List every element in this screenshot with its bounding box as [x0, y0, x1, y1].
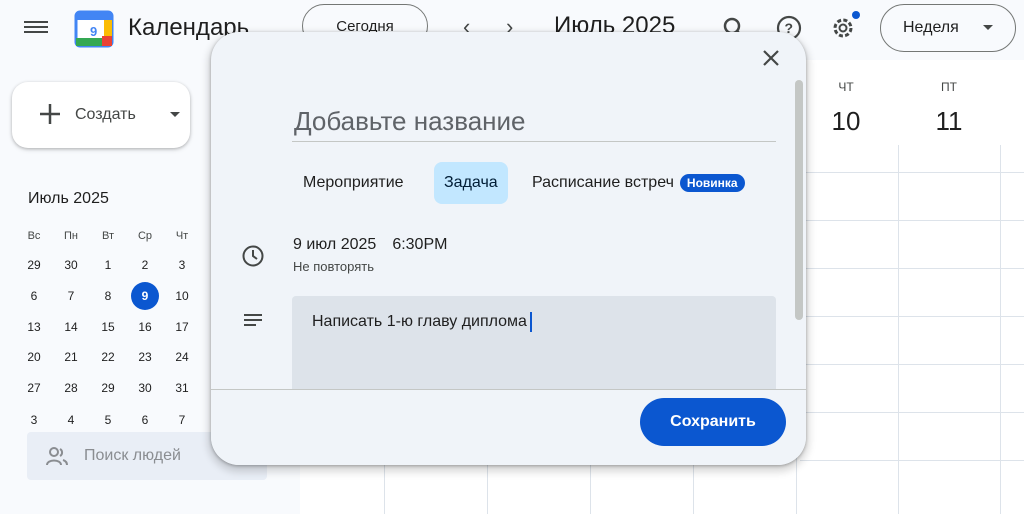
create-button[interactable]: Создать [12, 82, 190, 148]
text-cursor [529, 312, 532, 332]
grid-divider [800, 172, 1024, 173]
mini-calendar-day[interactable]: 7 [166, 406, 198, 434]
mini-calendar-weekday: Пн [64, 230, 78, 242]
mini-calendar-day[interactable]: 30 [55, 251, 87, 279]
mini-calendar-day[interactable]: 10 [166, 282, 198, 310]
quick-create-dialog: Мероприятие Задача Расписание встреч Нови… [211, 32, 806, 465]
people-search-placeholder: Поиск людей [84, 447, 181, 464]
mini-calendar-day[interactable]: 2 [129, 251, 161, 279]
mini-calendar-day[interactable]: 7 [55, 282, 87, 310]
day-number[interactable]: 10 [796, 106, 896, 137]
svg-text:9: 9 [90, 24, 97, 39]
plus-icon [40, 104, 60, 124]
date-picker[interactable]: 9 июл 2025 [293, 236, 376, 253]
mini-calendar-weekday: Вт [101, 230, 114, 242]
description-lines-icon [244, 314, 262, 326]
event-title-input[interactable] [292, 102, 776, 142]
main-menu-button[interactable] [22, 18, 50, 40]
grid-divider [800, 220, 1024, 221]
description-text: Написать 1-ю главу диплома [312, 313, 527, 331]
tab-appointment-schedule[interactable]: Расписание встреч Новинка [522, 162, 755, 204]
mini-calendar-day[interactable]: 27 [18, 374, 50, 402]
mini-calendar-day[interactable]: 3 [18, 406, 50, 434]
mini-calendar-day[interactable]: 1 [92, 251, 124, 279]
mini-calendar-day[interactable]: 6 [18, 282, 50, 310]
view-selector-label: Неделя [903, 19, 959, 36]
mini-calendar-day[interactable]: 3 [166, 251, 198, 279]
mini-calendar-day[interactable]: 20 [18, 343, 50, 371]
mini-calendar-day[interactable]: 16 [129, 313, 161, 341]
settings-notification-dot [852, 11, 860, 19]
view-selector-button[interactable]: Неделя [880, 4, 1016, 52]
day-name: ЧТ [838, 80, 854, 94]
day-header-thu[interactable]: ЧТ 10 [796, 80, 896, 137]
mini-calendar-day[interactable]: 9 [131, 282, 159, 310]
mini-calendar-day[interactable]: 29 [92, 374, 124, 402]
repeat-selector[interactable]: Не повторять [293, 259, 374, 274]
mini-calendar-day[interactable]: 13 [18, 313, 50, 341]
time-picker[interactable]: 6:30PM [392, 236, 447, 253]
date-time-row: 9 июл 2025 6:30PM [293, 236, 447, 254]
grid-divider [800, 412, 1024, 413]
grid-divider [800, 316, 1024, 317]
mini-calendar-day[interactable]: 30 [129, 374, 161, 402]
chevron-down-icon [983, 25, 993, 30]
tab-task[interactable]: Задача [434, 162, 508, 204]
mini-calendar-day[interactable]: 22 [92, 343, 124, 371]
mini-calendar-day[interactable]: 6 [129, 406, 161, 434]
chevron-down-icon[interactable] [170, 112, 180, 117]
mini-calendar-day[interactable]: 8 [92, 282, 124, 310]
grid-divider [800, 268, 1024, 269]
mini-calendar-day[interactable]: 14 [55, 313, 87, 341]
mini-calendar-day[interactable]: 15 [92, 313, 124, 341]
mini-calendar-weekday: Ср [137, 230, 153, 242]
grid-divider [1000, 145, 1001, 514]
day-number[interactable]: 11 [899, 106, 999, 137]
mini-calendar-day[interactable]: 31 [166, 374, 198, 402]
mini-calendar-day[interactable]: 29 [18, 251, 50, 279]
tab-appointment-schedule-label: Расписание встреч [532, 174, 674, 191]
dialog-scrollbar[interactable] [795, 80, 803, 320]
tab-event[interactable]: Мероприятие [293, 162, 414, 204]
mini-calendar-day[interactable]: 23 [129, 343, 161, 371]
mini-calendar-day[interactable]: 5 [92, 406, 124, 434]
day-header-fri[interactable]: ПТ 11 [899, 80, 999, 137]
mini-calendar-day[interactable]: 17 [166, 313, 198, 341]
grid-divider [800, 364, 1024, 365]
mini-calendar-day[interactable]: 28 [55, 374, 87, 402]
grid-divider [800, 460, 1024, 461]
create-button-label: Создать [75, 106, 136, 123]
mini-calendar-day[interactable]: 21 [55, 343, 87, 371]
mini-calendar-day[interactable]: 4 [55, 406, 87, 434]
save-button[interactable]: Сохранить [640, 398, 786, 446]
people-icon [46, 447, 68, 466]
mini-calendar-weekday: Чт [175, 230, 189, 242]
mini-calendar-weekday: Вс [27, 230, 41, 242]
day-name: ПТ [941, 80, 957, 94]
mini-calendar-day[interactable]: 24 [166, 343, 198, 371]
close-icon[interactable] [759, 46, 783, 70]
new-badge: Новинка [679, 173, 745, 192]
grid-divider [898, 145, 899, 514]
clock-icon [242, 245, 264, 267]
mini-calendar-title: Июль 2025 [28, 190, 109, 207]
calendar-logo-icon[interactable]: 9 [74, 10, 114, 48]
